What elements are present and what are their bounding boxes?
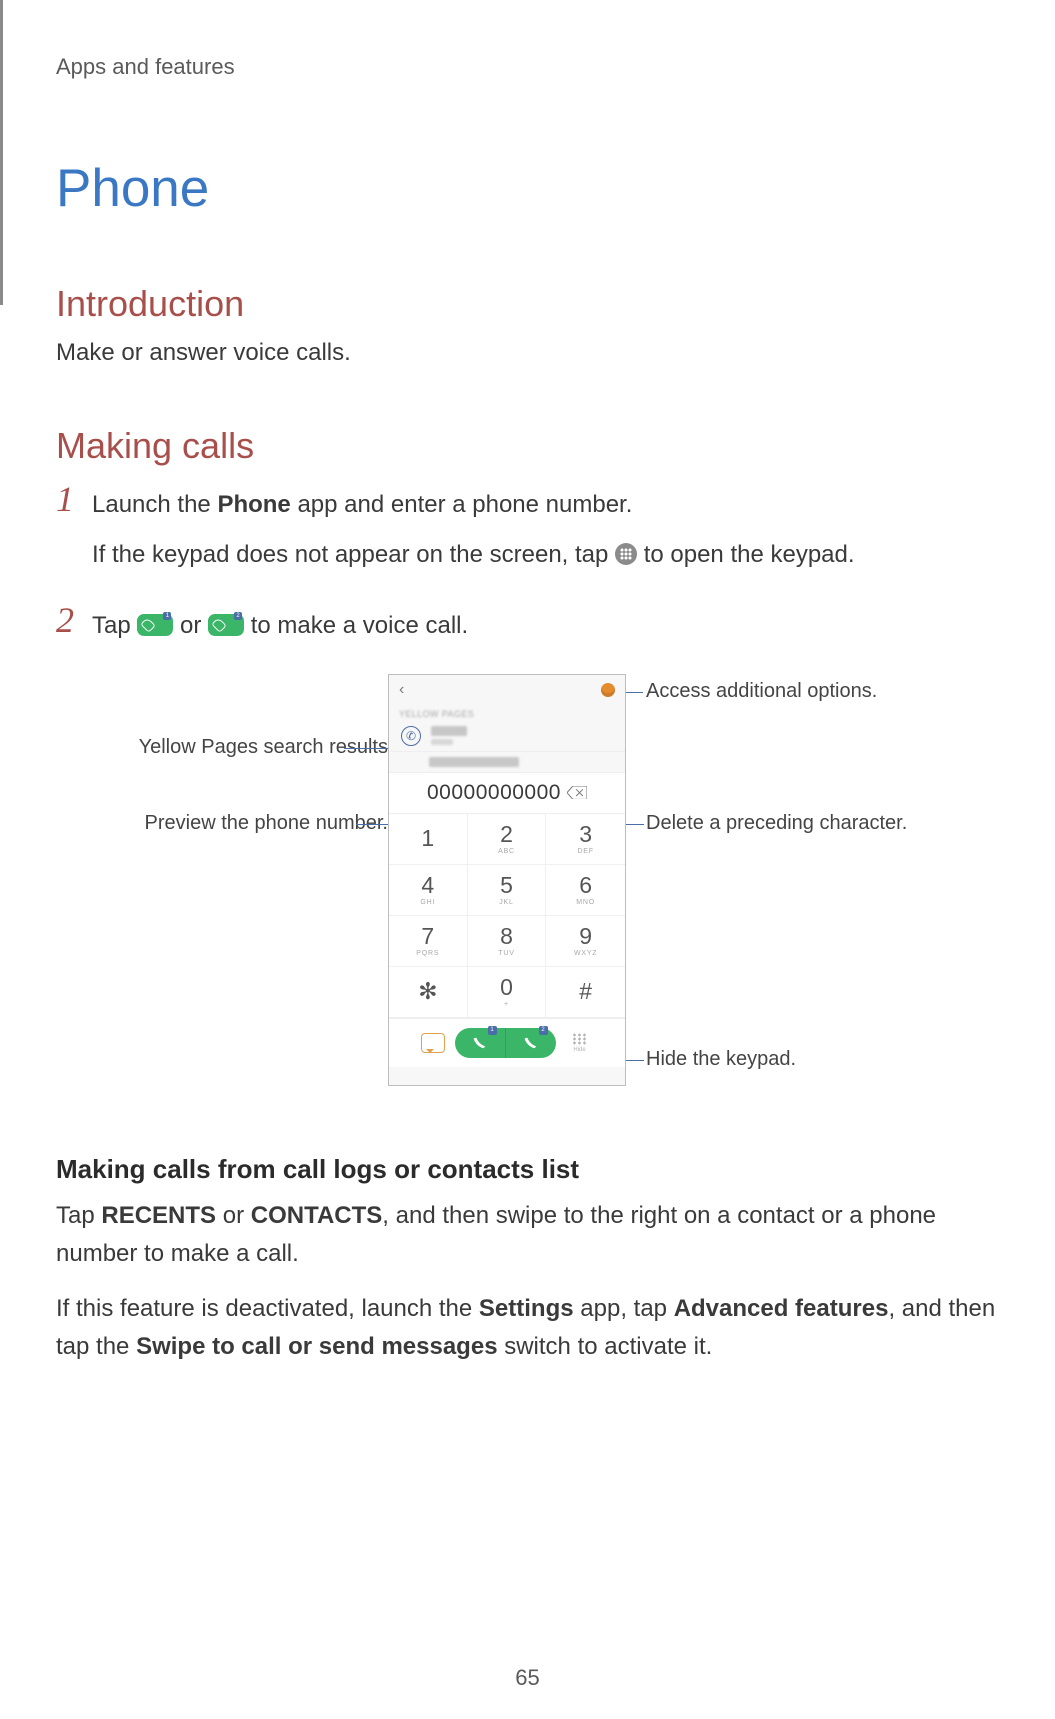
key-digit: 4 — [421, 874, 434, 897]
page-number: 65 — [0, 1665, 1055, 1691]
keypad-key-6[interactable]: 6 MNO — [546, 865, 625, 916]
keypad-key-2[interactable]: 2 ABC — [468, 814, 547, 865]
call-logs-p2: If this feature is deactivated, launch t… — [56, 1290, 999, 1367]
backspace-icon[interactable] — [567, 786, 587, 800]
key-letters: GHI — [420, 899, 435, 906]
yellow-pages-result-1[interactable]: ✆ — [389, 721, 625, 751]
keypad-key-1[interactable]: 1 — [389, 814, 468, 865]
step-2: 2 Tap 1 or 2 to make a voice call. — [56, 602, 999, 646]
blurred-text — [431, 726, 467, 736]
page-title: Phone — [56, 158, 999, 219]
keypad-key-5[interactable]: 5 JKL — [468, 865, 547, 916]
sim2-call-icon: 2 — [208, 614, 244, 636]
step-2-body: Tap 1 or 2 to make a voice call. — [92, 602, 999, 646]
section-making-calls-heading: Making calls — [56, 425, 999, 467]
key-letters: MNO — [576, 899, 595, 906]
keypad-key-7[interactable]: 7 PQRS — [389, 916, 468, 967]
callout-hide: Hide the keypad. — [646, 1048, 796, 1071]
key-letters: PQRS — [416, 950, 439, 957]
keypad-icon — [615, 543, 637, 565]
keypad-key-✻[interactable]: ✻ — [389, 967, 468, 1018]
sim-badge-1: 1 — [488, 1026, 497, 1035]
key-letters: DEF — [577, 848, 593, 855]
hide-keypad-button[interactable]: Hide — [566, 1033, 594, 1053]
callout-options: Access additional options. — [646, 680, 877, 703]
step-2-mid: or — [173, 612, 208, 639]
number-display-row: 00000000000 — [389, 772, 625, 813]
yellow-pages-icon: ✆ — [401, 726, 421, 746]
key-digit: 9 — [579, 925, 592, 948]
step-1b-post: to open the keypad. — [637, 541, 855, 568]
yellow-pages-result-2[interactable] — [389, 751, 625, 772]
key-digit: 6 — [579, 874, 592, 897]
page: Apps and features Phone Introduction Mak… — [0, 0, 1055, 1719]
screenshot-topbar: ‹ — [389, 675, 625, 705]
key-digit: 2 — [500, 823, 513, 846]
key-digit: 7 — [421, 925, 434, 948]
subsection-call-logs-heading: Making calls from call logs or contacts … — [56, 1154, 999, 1185]
callout-yellow-pages: Yellow Pages search results — [26, 736, 388, 759]
step-1-body: Launch the Phone app and enter a phone n… — [92, 481, 999, 574]
introduction-text: Make or answer voice calls. — [56, 339, 999, 367]
more-options-icon[interactable] — [601, 683, 615, 697]
key-letters: + — [504, 1001, 509, 1008]
blurred-text — [429, 757, 519, 767]
keypad-key-0[interactable]: 0+ — [468, 967, 547, 1018]
key-letters: WXYZ — [574, 950, 597, 957]
blurred-text — [431, 739, 453, 745]
step-1-number: 1 — [56, 481, 92, 517]
keypad-key-3[interactable]: 3 DEF — [546, 814, 625, 865]
hide-label: Hide — [573, 1047, 585, 1053]
dialed-number: 00000000000 — [427, 781, 561, 805]
key-digit: # — [579, 980, 592, 1003]
yellow-pages-label: YELLOW PAGES — [389, 705, 625, 721]
step-1a-post: app and enter a phone number. — [291, 491, 633, 518]
call-logs-p1: Tap RECENTS or CONTACTS, and then swipe … — [56, 1197, 999, 1274]
keypad-key-4[interactable]: 4 GHI — [389, 865, 468, 916]
back-icon[interactable]: ‹ — [399, 681, 413, 699]
step-2-number: 2 — [56, 602, 92, 638]
key-letters: ABC — [498, 848, 515, 855]
call-sim2-button[interactable]: 2 — [506, 1028, 556, 1058]
step-1a-pre: Launch the — [92, 491, 217, 518]
call-bar: 1 2 Hide — [389, 1018, 625, 1067]
keypad: 12ABC3DEF4GHI5JKL6MNO7PQRS8TUV9WXYZ✻0+# — [389, 813, 625, 1018]
sim-badge-2: 2 — [539, 1026, 548, 1035]
key-digit: 0 — [500, 976, 513, 999]
key-digit: 5 — [500, 874, 513, 897]
key-letters: TUV — [498, 950, 514, 957]
section-introduction-heading: Introduction — [56, 283, 999, 325]
breadcrumb: Apps and features — [56, 54, 999, 80]
key-digit: 1 — [421, 827, 434, 850]
keypad-dots-icon — [572, 1033, 588, 1045]
callout-preview: Preview the phone number. — [26, 812, 388, 835]
sim1-call-icon: 1 — [137, 614, 173, 636]
step-1: 1 Launch the Phone app and enter a phone… — [56, 481, 999, 574]
step-1b-pre: If the keypad does not appear on the scr… — [92, 541, 615, 568]
call-buttons: 1 2 — [455, 1028, 556, 1058]
phone-screenshot: ‹ YELLOW PAGES ✆ 00000000000 — [388, 674, 626, 1086]
step-1a-bold: Phone — [217, 491, 290, 518]
step-1b: If the keypad does not appear on the scr… — [92, 535, 999, 575]
left-margin-bar — [0, 0, 3, 305]
step-2-pre: Tap — [92, 612, 137, 639]
keypad-key-8[interactable]: 8 TUV — [468, 916, 547, 967]
key-digit: ✻ — [418, 980, 437, 1003]
key-letters: JKL — [499, 899, 513, 906]
keypad-key-#[interactable]: # — [546, 967, 625, 1018]
call-sim1-button[interactable]: 1 — [455, 1028, 506, 1058]
key-digit: 8 — [500, 925, 513, 948]
key-digit: 3 — [579, 823, 592, 846]
keypad-key-9[interactable]: 9 WXYZ — [546, 916, 625, 967]
phone-figure: Yellow Pages search results Preview the … — [56, 674, 999, 1104]
message-icon[interactable] — [421, 1033, 445, 1053]
callout-delete: Delete a preceding character. — [646, 812, 907, 835]
step-2-post: to make a voice call. — [244, 612, 468, 639]
